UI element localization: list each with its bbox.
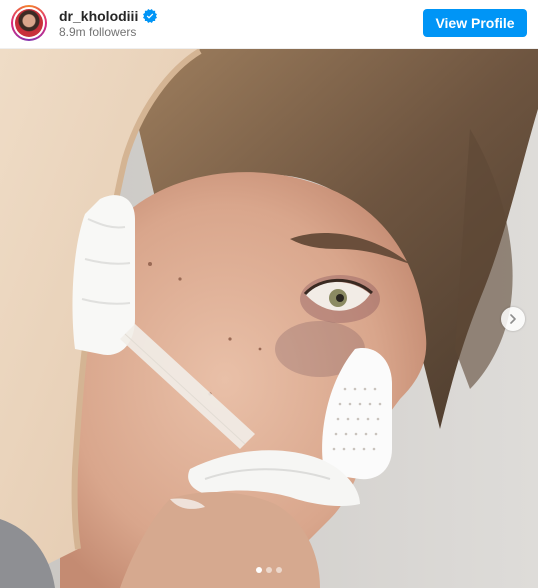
- chevron-right-icon: [510, 314, 516, 324]
- post-header: dr_kholodiii 8.9m followers View Profile: [0, 0, 538, 49]
- view-profile-button[interactable]: View Profile: [423, 9, 527, 37]
- instagram-embed: dr_kholodiii 8.9m followers View Profile: [0, 0, 538, 588]
- carousel-dot: [276, 567, 282, 573]
- verified-badge-icon: [143, 9, 158, 23]
- avatar[interactable]: [11, 5, 47, 41]
- avatar-ring-inner: [13, 7, 45, 39]
- username[interactable]: dr_kholodiii: [59, 8, 138, 24]
- post-photo: [0, 49, 538, 588]
- username-row: dr_kholodiii: [59, 7, 158, 25]
- carousel-indicator: [0, 567, 538, 573]
- carousel-dot: [266, 567, 272, 573]
- follower-count: 8.9m followers: [59, 25, 137, 39]
- post-media[interactable]: [0, 49, 538, 588]
- avatar-photo: [15, 9, 43, 37]
- carousel-dot: [256, 567, 262, 573]
- next-slide-button[interactable]: [501, 307, 525, 331]
